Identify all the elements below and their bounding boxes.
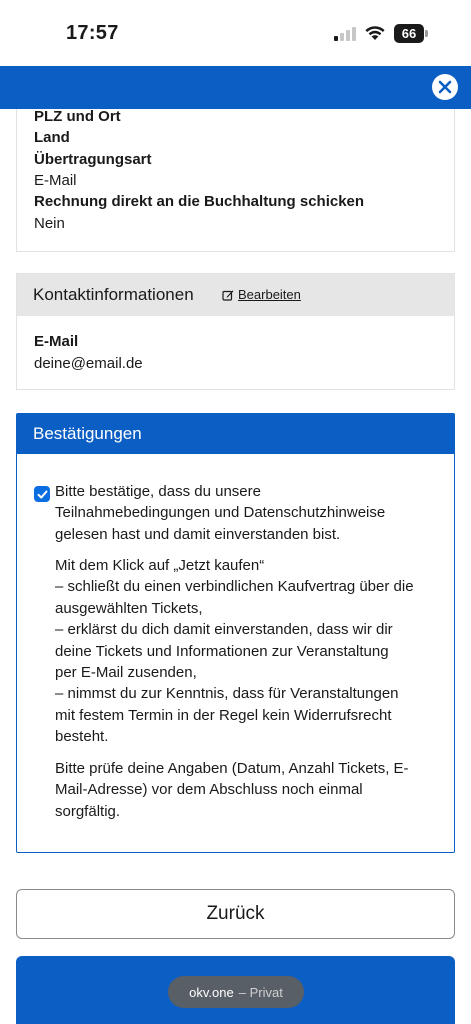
billing-details-card: PLZ und Ort Land Übertragungsart E-Mail … — [16, 108, 455, 252]
purchase-line: Mit dem Klick auf „Jetzt kaufen“ — [55, 557, 265, 574]
battery-indicator: 66 — [394, 24, 428, 43]
purchase-line: – schließt du einen verbindlichen Kaufve… — [55, 578, 414, 596]
confirmations-header: Bestätigungen — [17, 414, 454, 454]
terms-consent-checkbox[interactable] — [34, 486, 50, 502]
back-button[interactable]: Zurück — [16, 889, 455, 939]
consent-line: Bitte bestätige, dass du unsere — [55, 483, 261, 500]
consent-line: Teilnahmebedingungen und Datenschutzhinw… — [55, 504, 386, 522]
cellular-signal-icon — [334, 27, 356, 41]
contact-email-value: deine@email.de — [34, 355, 143, 372]
status-bar: 17:57 66 — [0, 0, 471, 66]
contact-email-label: E-Mail — [34, 333, 79, 350]
field-label-send-to-accounting: Rechnung direkt an die Buchhaltung schic… — [34, 193, 365, 210]
purchase-line: deine Tickets und Informationen zur Vera… — [55, 642, 389, 660]
browser-host: okv.one — [189, 984, 234, 1000]
close-icon — [438, 80, 452, 94]
purchase-line: besteht. — [55, 728, 109, 746]
check-icon — [37, 490, 47, 498]
contact-info-card: Kontaktinformationen Bearbeiten E-Mail d… — [16, 273, 455, 390]
check-line: Mail-Adresse) vor dem Abschluss noch ein… — [55, 781, 363, 799]
purchase-terms-text: Mit dem Klick auf „Jetzt kaufen“ – schli… — [55, 555, 435, 748]
browser-address-pill[interactable]: okv.one – Privat — [168, 976, 304, 1008]
confirmations-title: Bestätigungen — [33, 424, 142, 443]
status-time: 17:57 — [66, 22, 119, 44]
field-label-zip-city: PLZ und Ort — [34, 108, 121, 125]
close-button[interactable] — [432, 74, 458, 100]
contact-info-title: Kontaktinformationen — [33, 285, 194, 304]
check-details-text: Bitte prüfe deine Angaben (Datum, Anzahl… — [55, 758, 435, 822]
confirmations-card: Bestätigungen Bitte bestätige, dass du u… — [16, 413, 455, 853]
edit-contact-link[interactable]: Bearbeiten — [222, 287, 301, 302]
purchase-line: – nimmst du zur Kenntnis, dass für Veran… — [55, 685, 399, 703]
battery-level: 66 — [401, 26, 417, 41]
field-label-country: Land — [34, 129, 70, 146]
field-value-transfer-type: E-Mail — [34, 172, 77, 189]
browser-private-mode: – Privat — [238, 984, 283, 1000]
purchase-line: per E-Mail zusenden, — [55, 664, 197, 682]
check-line: Bitte prüfe deine Angaben (Datum, Anzahl… — [55, 760, 409, 777]
field-label-transfer-type: Übertragungsart — [34, 151, 152, 168]
purchase-line: mit festem Termin in der Regel kein Wide… — [55, 706, 392, 724]
field-value-send-to-accounting: Nein — [34, 215, 65, 232]
modal-header-bar — [0, 66, 471, 109]
consent-line: gelesen hast und damit einverstanden bis… — [55, 525, 341, 543]
contact-info-header: Kontaktinformationen Bearbeiten — [17, 274, 454, 316]
edit-icon — [222, 289, 234, 301]
terms-consent-text[interactable]: Bitte bestätige, dass du unsere Teilnahm… — [55, 481, 435, 545]
wifi-icon — [365, 26, 385, 40]
purchase-line: – erklärst du dich damit einverstanden, … — [55, 621, 393, 639]
edit-contact-label: Bearbeiten — [238, 287, 301, 302]
check-line: sorgfältig. — [55, 802, 121, 820]
purchase-line: ausgewählten Tickets, — [55, 599, 203, 617]
